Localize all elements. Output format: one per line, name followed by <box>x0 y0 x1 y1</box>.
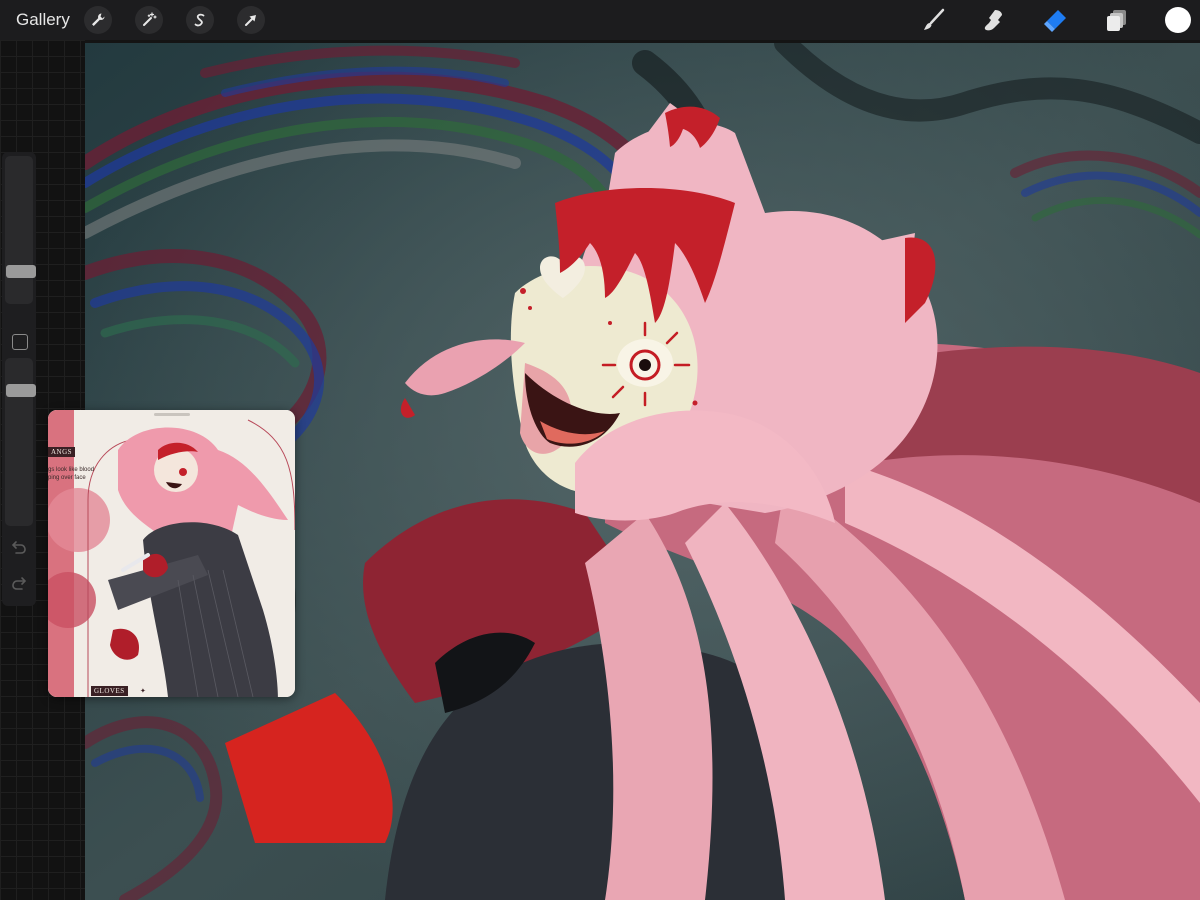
brush-icon <box>924 8 945 30</box>
reference-drag-handle[interactable] <box>154 413 190 416</box>
actions-button[interactable] <box>84 6 112 34</box>
reference-label-bottom: GLOVES <box>91 686 128 696</box>
brush-size-thumb[interactable] <box>6 264 36 278</box>
eraser-tool-button[interactable] <box>1040 4 1072 36</box>
slider-panel <box>2 152 36 606</box>
arrow-cursor-icon <box>245 15 256 26</box>
transform-button[interactable] <box>237 6 265 34</box>
selection-s-icon <box>194 13 205 27</box>
reference-artwork: ✦ <box>48 410 295 697</box>
modify-button[interactable] <box>12 334 28 350</box>
eye-pupil <box>639 359 651 371</box>
top-toolbar: Gallery <box>0 0 1200 40</box>
magic-wand-icon <box>143 12 157 26</box>
layers-button[interactable] <box>1101 4 1133 36</box>
eraser-icon <box>1044 10 1066 32</box>
color-picker-button[interactable] <box>1165 7 1191 33</box>
selection-button[interactable] <box>186 6 214 34</box>
gallery-button[interactable]: Gallery <box>16 10 70 30</box>
reference-note: gs look like blood ping over face <box>48 466 108 482</box>
redo-icon <box>12 577 27 590</box>
reference-note-line: ping over face <box>48 475 86 481</box>
undo-button[interactable] <box>10 540 28 561</box>
wrench-icon <box>92 13 105 26</box>
layers-icon <box>1107 10 1126 31</box>
reference-note-line: gs look like blood <box>48 467 95 473</box>
reference-window[interactable]: ✦ ANGS gs look like blood ping over face… <box>48 410 295 697</box>
smudge-icon <box>984 10 1002 31</box>
brush-tool-button[interactable] <box>918 4 950 36</box>
reference-label-top: ANGS <box>48 447 76 457</box>
svg-text:✦: ✦ <box>140 687 146 695</box>
opacity-slider[interactable] <box>5 358 33 526</box>
undo-icon <box>11 541 26 554</box>
redo-button[interactable] <box>10 576 28 597</box>
adjustments-button[interactable] <box>135 6 163 34</box>
smudge-tool-button[interactable] <box>978 4 1010 36</box>
brush-size-slider[interactable] <box>5 156 33 304</box>
opacity-thumb[interactable] <box>6 384 36 398</box>
